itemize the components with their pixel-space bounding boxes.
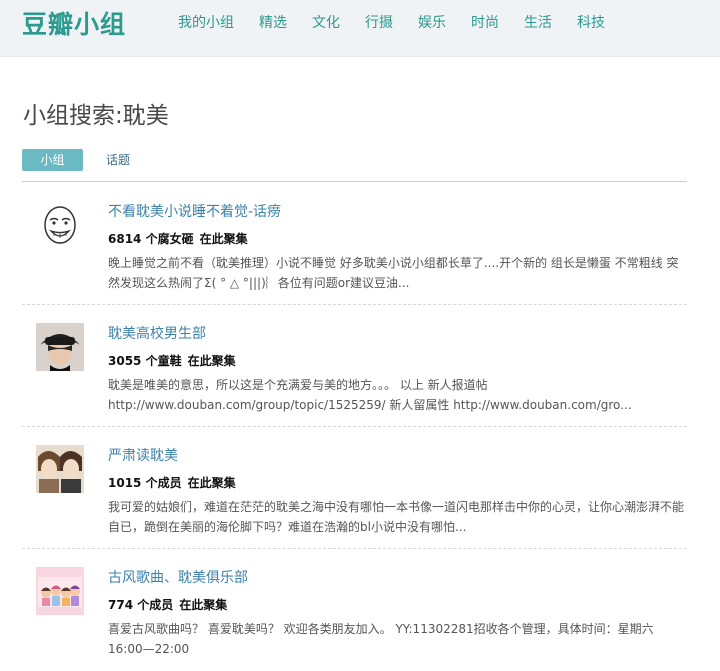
result-member-count: 6814 个腐女砸 在此聚集 bbox=[108, 232, 248, 246]
result-description: 耽美是唯美的意思，所以这是个充满爱与美的地方。。。 以上 新人报道帖 http:… bbox=[108, 378, 632, 412]
nav-entertainment[interactable]: 娱乐 bbox=[418, 13, 446, 33]
result-title[interactable]: 古风歌曲、耽美俱乐部 bbox=[108, 567, 248, 587]
nav-tech[interactable]: 科技 bbox=[577, 13, 605, 33]
result-title[interactable]: 严肃读耽美 bbox=[108, 445, 178, 465]
pink-cartoon-avatar[interactable] bbox=[36, 567, 84, 615]
result-item: 古风歌曲、耽美俱乐部 774 个成员 在此聚集 喜爱古风歌曲吗？ 喜爱耽美吗？ 欢… bbox=[22, 549, 687, 671]
main-nav: 我的小组 精选 文化 行摄 娱乐 时尚 生活 科技 bbox=[178, 13, 630, 33]
page-title: 小组搜索:耽美 bbox=[23, 103, 169, 129]
result-description: 喜爱古风歌曲吗？ 喜爱耽美吗？ 欢迎各类朋友加入。 YY:11302281招收各… bbox=[108, 622, 654, 656]
result-description: 我可爱的姑娘们，难道在茫茫的耽美之海中没有哪怕一本书像一道闪电那样击中你的心灵，… bbox=[108, 500, 685, 534]
nav-featured[interactable]: 精选 bbox=[259, 13, 287, 33]
tab-groups[interactable]: 小组 bbox=[22, 149, 83, 171]
rage-face-avatar[interactable] bbox=[36, 201, 84, 249]
douban-group-logo[interactable]: 豆瓣小组 bbox=[22, 5, 126, 41]
result-title[interactable]: 耽美高校男生部 bbox=[108, 323, 206, 343]
nav-culture[interactable]: 文化 bbox=[312, 13, 340, 33]
result-item: 严肃读耽美 1015 个成员 在此聚集 我可爱的姑娘们，难道在茫茫的耽美之海中没有… bbox=[22, 427, 687, 549]
result-description: 晚上睡觉之前不看（耽美推理）小说不睡觉 好多耽美小说小组都长草了....开个新的… bbox=[108, 256, 679, 290]
search-tabs: 小组 话题 bbox=[22, 149, 687, 182]
nav-my-groups[interactable]: 我的小组 bbox=[178, 13, 234, 33]
top-bar: 豆瓣小组 我的小组 精选 文化 行摄 娱乐 时尚 生活 科技 bbox=[0, 0, 720, 57]
hat-boy-avatar[interactable] bbox=[36, 323, 84, 371]
result-member-count: 3055 个童鞋 在此聚集 bbox=[108, 354, 236, 368]
nav-fashion[interactable]: 时尚 bbox=[471, 13, 499, 33]
results-list: 不看耽美小说睡不着觉-话痨 6814 个腐女砸 在此聚集 晚上睡觉之前不看（耽美推… bbox=[22, 183, 687, 671]
nav-travel[interactable]: 行摄 bbox=[365, 13, 393, 33]
result-member-count: 774 个成员 在此聚集 bbox=[108, 598, 228, 612]
anime-pair-avatar[interactable] bbox=[36, 445, 84, 493]
result-item: 耽美高校男生部 3055 个童鞋 在此聚集 耽美是唯美的意思，所以这是个充满爱与美… bbox=[22, 305, 687, 427]
nav-life[interactable]: 生活 bbox=[524, 13, 552, 33]
tab-topics[interactable]: 话题 bbox=[106, 149, 130, 171]
result-title[interactable]: 不看耽美小说睡不着觉-话痨 bbox=[108, 201, 281, 221]
result-item: 不看耽美小说睡不着觉-话痨 6814 个腐女砸 在此聚集 晚上睡觉之前不看（耽美推… bbox=[22, 183, 687, 305]
result-member-count: 1015 个成员 在此聚集 bbox=[108, 476, 236, 490]
